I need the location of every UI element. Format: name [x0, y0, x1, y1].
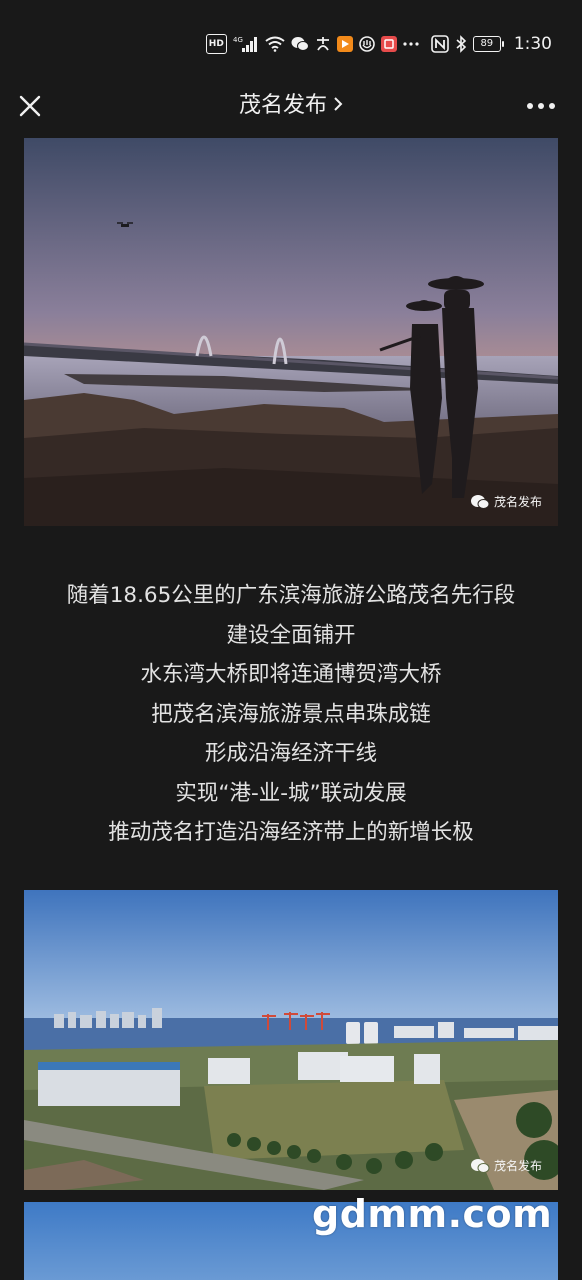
signal-icon: 4G [233, 34, 259, 54]
app-shield-icon [359, 34, 375, 54]
nav-bar: 茂名发布 [0, 84, 582, 128]
app-orange-icon [336, 36, 353, 52]
article-line: 推动茂名打造沿海经济带上的新增长极 [108, 820, 474, 845]
battery-level: 89 [472, 36, 501, 52]
account-title-link[interactable]: 茂名发布 [0, 90, 582, 122]
status-bar: HD 4G 89 1:30 [0, 0, 582, 84]
article-line: 随着18.65公里的广东滨海旅游公路茂名先行段 [66, 583, 516, 608]
alipay-icon [315, 34, 331, 54]
image-watermark: 茂名发布 [470, 1157, 542, 1174]
network-type-label: 4G [233, 36, 243, 44]
site-watermark: gdmm.com [312, 1192, 553, 1236]
article-line: 把茂名滨海旅游景点串珠成链 [151, 701, 431, 727]
article-body: 随着18.65公里的广东滨海旅游公路茂名先行段 建设全面铺开 水东湾大桥即将连通… [0, 576, 582, 853]
page-title: 茂名发布 [238, 93, 327, 118]
chevron-right-icon [333, 90, 343, 122]
article-line: 形成沿海经济干线 [204, 741, 377, 766]
bluetooth-icon [455, 34, 467, 54]
article-image-port-aerial[interactable]: 茂名发布 [24, 890, 558, 1190]
article-line: 水东湾大桥即将连通博贺湾大桥 [140, 662, 442, 687]
clock: 1:30 [513, 34, 552, 54]
hd-icon: HD [205, 34, 227, 54]
image-watermark: 茂名发布 [470, 493, 542, 510]
more-dots-icon [403, 34, 419, 54]
wifi-icon [265, 34, 285, 54]
more-icon[interactable] [524, 96, 558, 116]
image-watermark-text: 茂名发布 [493, 495, 542, 509]
status-icons: HD 4G 89 1:30 [205, 30, 552, 58]
article-line: 实现“港-业-城”联动发展 [175, 780, 407, 806]
battery-icon: 89 [472, 36, 504, 52]
app-red-icon [380, 36, 397, 52]
image-watermark-text: 茂名发布 [493, 1159, 542, 1173]
wechat-icon [291, 34, 309, 54]
wechat-watermark-icon [470, 1158, 490, 1173]
article-line: 建设全面铺开 [226, 622, 356, 648]
nfc-icon [431, 34, 449, 54]
article-image-sunset-bridge[interactable]: 茂名发布 [24, 138, 558, 526]
wechat-watermark-icon [470, 494, 490, 509]
